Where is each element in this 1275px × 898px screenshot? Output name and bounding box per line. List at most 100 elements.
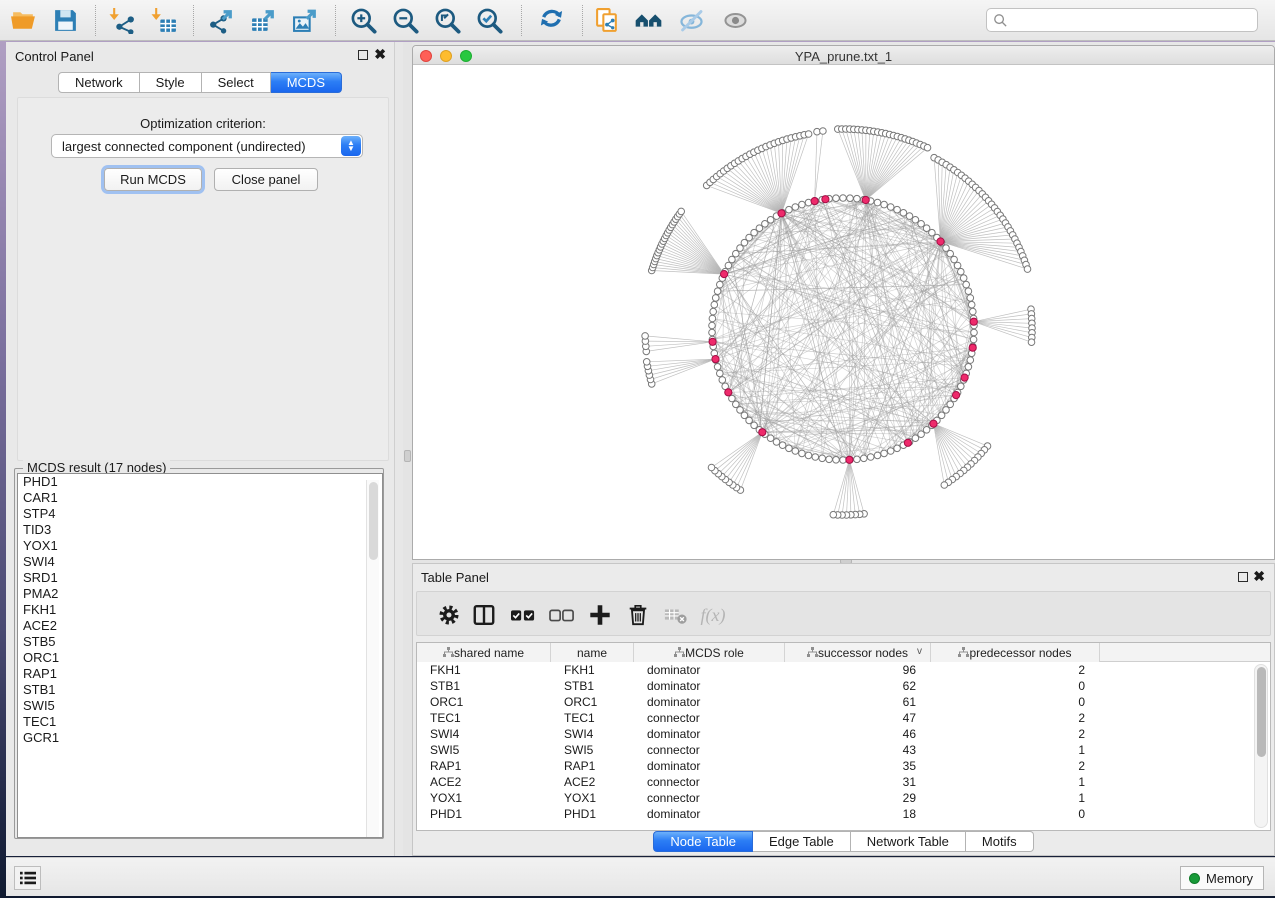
table-scrollbar[interactable] <box>1254 664 1268 828</box>
column-header-shared-name[interactable]: shared name <box>417 643 551 662</box>
graph-leaf-node[interactable] <box>805 131 812 138</box>
table-cell[interactable]: RAP1 <box>417 758 551 774</box>
graph-node[interactable] <box>965 364 972 371</box>
graph-leaf-node[interactable] <box>1024 266 1031 273</box>
deselect-all-button[interactable] <box>548 601 576 629</box>
mcds-result-item[interactable]: STB5 <box>18 634 382 650</box>
graph-node[interactable] <box>881 201 888 208</box>
tab-style[interactable]: Style <box>140 72 202 93</box>
splitter-handle[interactable] <box>404 450 411 462</box>
graph-node[interactable] <box>833 195 840 202</box>
graph-node[interactable] <box>729 256 736 263</box>
mcds-node[interactable] <box>721 271 728 278</box>
graph-node[interactable] <box>970 336 977 343</box>
table-cell[interactable]: 1 <box>931 790 1100 806</box>
table-row[interactable]: PHD1PHD1dominator180 <box>417 806 1270 822</box>
column-header-name[interactable]: name <box>551 643 634 662</box>
table-cell[interactable]: 2 <box>931 710 1100 726</box>
zoom-in-button[interactable] <box>348 6 378 35</box>
table-cell[interactable]: YOX1 <box>417 790 551 806</box>
table-cell[interactable]: 62 <box>785 678 931 694</box>
graph-node[interactable] <box>733 401 740 408</box>
table-cell[interactable]: ORC1 <box>551 694 634 710</box>
table-cell[interactable]: 2 <box>931 726 1100 742</box>
graph-node[interactable] <box>786 445 793 452</box>
graph-node[interactable] <box>958 383 965 390</box>
tab-network-table[interactable]: Network Table <box>851 831 966 852</box>
graph-node[interactable] <box>819 455 826 462</box>
graph-node[interactable] <box>923 427 930 434</box>
mcds-node[interactable] <box>937 238 944 245</box>
show-columns-button[interactable] <box>470 601 498 629</box>
mcds-result-item[interactable]: SRD1 <box>18 570 382 586</box>
graph-node[interactable] <box>912 435 919 442</box>
graph-node[interactable] <box>887 204 894 211</box>
graph-node[interactable] <box>951 256 958 263</box>
table-cell[interactable]: connector <box>634 742 785 758</box>
graph-node[interactable] <box>840 195 847 202</box>
table-row[interactable]: RAP1RAP1dominator352 <box>417 758 1270 774</box>
mcds-node[interactable] <box>961 374 968 381</box>
first-neighbors-button[interactable] <box>633 6 663 35</box>
table-cell[interactable]: 0 <box>931 694 1100 710</box>
mcds-result-list[interactable]: PHD1CAR1STP4TID3YOX1SWI4SRD1PMA2FKH1ACE2… <box>17 473 383 838</box>
tab-node-table[interactable]: Node Table <box>653 831 753 852</box>
graph-node[interactable] <box>881 450 888 457</box>
float-panel-icon[interactable] <box>358 50 368 60</box>
column-header-MCDS-role[interactable]: MCDS role <box>634 643 785 662</box>
mcds-result-item[interactable]: ACE2 <box>18 618 382 634</box>
graph-node[interactable] <box>805 452 812 459</box>
table-cell[interactable]: dominator <box>634 726 785 742</box>
graph-node[interactable] <box>773 439 780 446</box>
criterion-dropdown[interactable]: largest connected component (undirected)… <box>51 134 363 158</box>
graph-leaf-node[interactable] <box>678 208 685 215</box>
table-cell[interactable]: ORC1 <box>417 694 551 710</box>
mcds-result-item[interactable]: FKH1 <box>18 602 382 618</box>
table-cell[interactable]: 2 <box>931 662 1100 678</box>
scrollbar-thumb[interactable] <box>369 482 378 560</box>
graph-node[interactable] <box>894 445 901 452</box>
graph-node[interactable] <box>826 456 833 463</box>
graph-node[interactable] <box>779 442 786 449</box>
mcds-node[interactable] <box>712 356 719 363</box>
table-cell[interactable]: PHD1 <box>551 806 634 822</box>
graph-node[interactable] <box>854 195 861 202</box>
zoom-out-button[interactable] <box>390 6 420 35</box>
table-row[interactable]: STB1STB1dominator620 <box>417 678 1270 694</box>
zoom-selected-button[interactable] <box>474 6 504 35</box>
table-cell[interactable]: SWI5 <box>417 742 551 758</box>
table-cell[interactable]: dominator <box>634 758 785 774</box>
graph-node[interactable] <box>900 210 907 217</box>
table-cell[interactable]: ACE2 <box>417 774 551 790</box>
add-row-button[interactable] <box>586 601 614 629</box>
mcds-result-item[interactable]: TEC1 <box>18 714 382 730</box>
delete-table-button[interactable] <box>662 601 690 629</box>
graph-node[interactable] <box>967 357 974 364</box>
delete-row-button[interactable] <box>624 601 652 629</box>
mcds-node[interactable] <box>846 456 853 463</box>
table-cell[interactable]: 47 <box>785 710 931 726</box>
table-row[interactable]: ACE2ACE2connector311 <box>417 774 1270 790</box>
graph-node[interactable] <box>906 213 913 220</box>
graph-node[interactable] <box>861 455 868 462</box>
table-cell[interactable]: 29 <box>785 790 931 806</box>
table-cell[interactable]: TEC1 <box>417 710 551 726</box>
mcds-result-item[interactable]: ORC1 <box>18 650 382 666</box>
table-cell[interactable]: FKH1 <box>417 662 551 678</box>
clone-network-button[interactable] <box>592 6 622 35</box>
table-cell[interactable]: 2 <box>931 758 1100 774</box>
table-cell[interactable]: SWI4 <box>417 726 551 742</box>
table-cell[interactable]: SWI4 <box>551 726 634 742</box>
mcds-node[interactable] <box>953 392 960 399</box>
table-cell[interactable]: connector <box>634 790 785 806</box>
graph-node[interactable] <box>947 250 954 257</box>
column-header-successor-nodes[interactable]: successor nodesv <box>785 643 931 662</box>
table-cell[interactable]: 35 <box>785 758 931 774</box>
scrollbar-thumb[interactable] <box>1257 667 1266 757</box>
graph-node[interactable] <box>786 206 793 213</box>
table-row[interactable]: YOX1YOX1connector291 <box>417 790 1270 806</box>
mcds-node[interactable] <box>725 389 732 396</box>
table-cell[interactable]: 1 <box>931 742 1100 758</box>
graph-node[interactable] <box>833 457 840 464</box>
mcds-node[interactable] <box>759 429 766 436</box>
